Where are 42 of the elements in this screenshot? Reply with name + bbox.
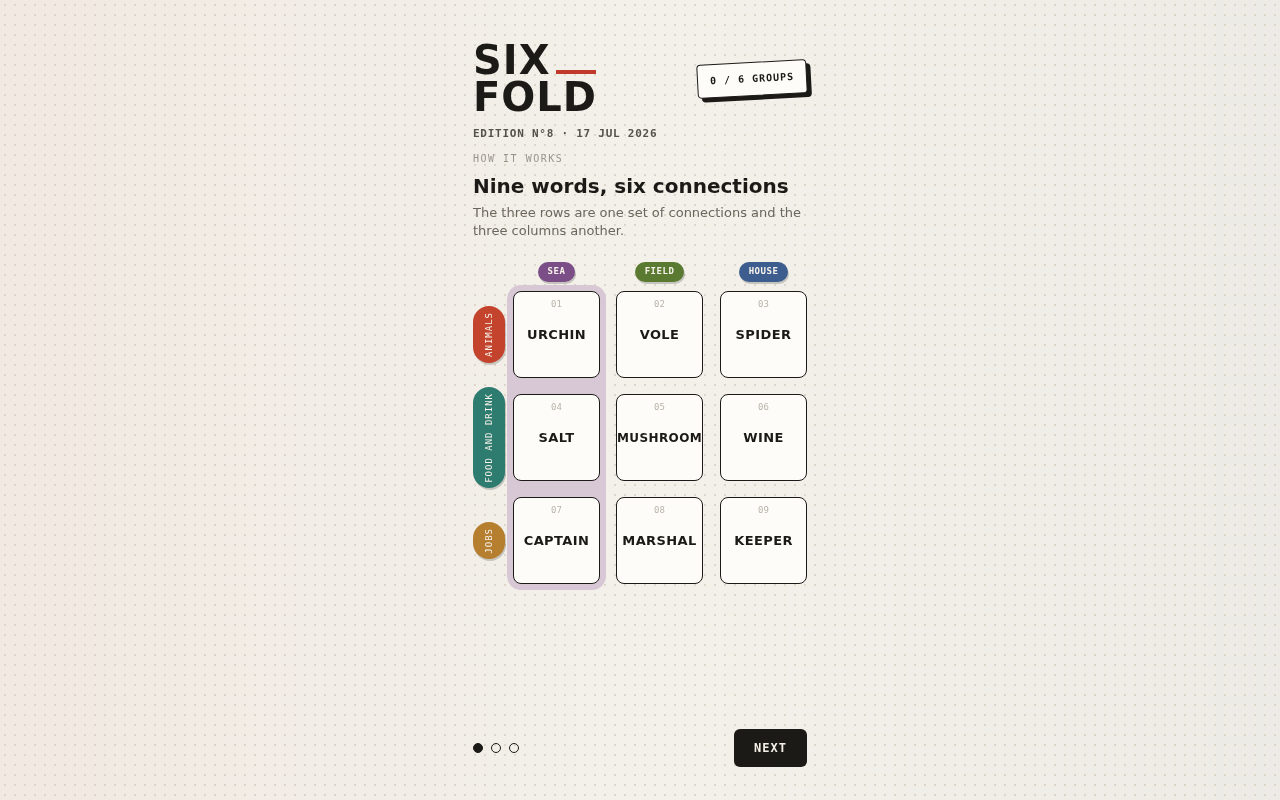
card-number: 06	[757, 401, 770, 413]
column-tag: SEA	[537, 262, 576, 282]
word-card[interactable]: 07 CAPTAIN	[513, 497, 600, 584]
card-word: WINE	[743, 429, 784, 446]
card-number: 05	[653, 401, 666, 413]
description: The three rows are one set of connections and the three columns another.	[473, 204, 802, 240]
card-word: KEEPER	[734, 532, 793, 549]
edition-text: EDITION N°8 · 17 JUL 2026	[473, 126, 658, 142]
card-number: 04	[550, 401, 563, 413]
row-label: ANIMALS	[483, 312, 495, 357]
card-number: 01	[550, 298, 563, 310]
logo-text: FOLD	[473, 79, 598, 116]
row-label: JOBS	[483, 527, 495, 554]
row-label: FOOD AND DRINK	[483, 392, 495, 483]
logo-text: SIX	[473, 42, 551, 79]
word-card[interactable]: 06 WINE	[720, 394, 807, 481]
word-card[interactable]: 08 MARSHAL	[616, 497, 703, 584]
next-button[interactable]: NEXT	[734, 729, 807, 767]
column-tag: FIELD	[634, 262, 685, 282]
column-tag: HOUSE	[738, 262, 789, 282]
word-card[interactable]: 05 MUSHROOM	[616, 394, 703, 481]
card-number: 08	[653, 504, 666, 516]
card-number: 03	[757, 298, 770, 310]
card-word: URCHIN	[526, 326, 587, 343]
score-badge: 0 / 6 GROUPS	[695, 59, 808, 99]
card-number: 09	[757, 504, 770, 516]
card-word: VOLE	[639, 326, 680, 343]
word-card[interactable]: 09 KEEPER	[720, 497, 807, 584]
word-card[interactable]: 04 SALT	[513, 394, 600, 481]
heading: Nine words, six connections	[473, 173, 789, 199]
word-card[interactable]: 03 SPIDER	[720, 291, 807, 378]
card-number: 07	[550, 504, 563, 516]
card-number: 02	[653, 298, 666, 310]
card-word: MARSHAL	[622, 532, 697, 549]
section-label: HOW IT WORKS	[473, 152, 564, 166]
logo-dash-icon	[555, 70, 596, 74]
card-word: SPIDER	[735, 326, 792, 343]
card-word: MUSHROOM	[616, 429, 703, 446]
card-word: SALT	[538, 429, 575, 446]
card-word: CAPTAIN	[523, 532, 590, 549]
word-card[interactable]: 01 URCHIN	[513, 291, 600, 378]
word-card[interactable]: 02 VOLE	[616, 291, 703, 378]
